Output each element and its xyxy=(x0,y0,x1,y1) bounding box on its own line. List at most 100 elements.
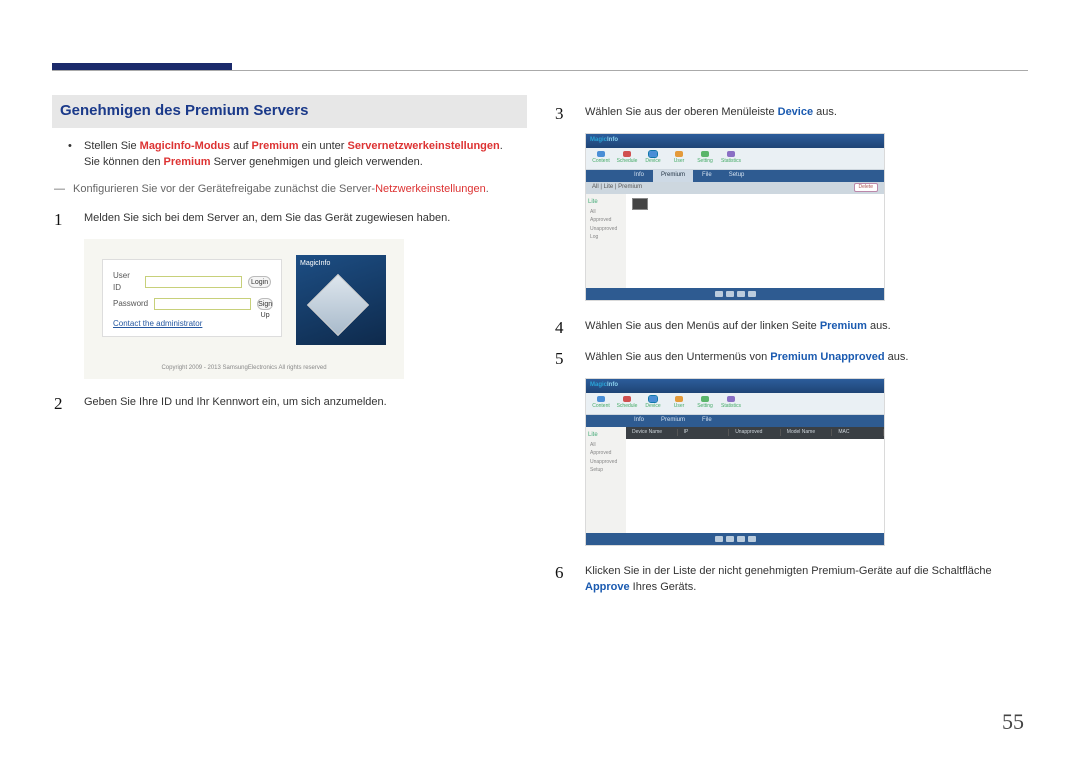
tab[interactable]: File xyxy=(694,415,720,427)
step-3: 3 Wählen Sie aus der oberen Menüleiste D… xyxy=(555,101,1028,127)
lbl: Setting xyxy=(697,158,713,166)
login-banner: MagicInfo xyxy=(296,255,386,345)
subtab[interactable]: All xyxy=(592,184,599,190)
tb-schedule-icon[interactable]: Schedule xyxy=(620,396,634,410)
lbl: Statistics xyxy=(721,403,741,411)
sidebar-item[interactable]: Unapproved xyxy=(588,459,624,467)
tab-setup[interactable]: Setup xyxy=(721,170,753,182)
subbar: All | Lite | Premium Delete xyxy=(586,182,884,194)
user-id-input[interactable] xyxy=(145,276,242,288)
t: Wählen Sie aus den Menüs auf der linken … xyxy=(585,320,820,332)
sidebar-item[interactable]: Log xyxy=(588,234,624,242)
lbl: Statistics xyxy=(721,158,741,166)
app-logo: MagicInfo xyxy=(590,381,618,391)
footer-btn[interactable] xyxy=(748,291,756,297)
col: IP xyxy=(678,429,730,437)
step-text: Wählen Sie aus den Menüs auf der linken … xyxy=(585,315,891,341)
tabbar: Info Premium File Setup xyxy=(586,170,884,182)
step-text: Melden Sie sich bei dem Server an, dem S… xyxy=(84,207,450,233)
t-blue: Premium Unapproved xyxy=(770,351,884,363)
sidebar-item[interactable]: Setup xyxy=(588,467,624,475)
step-text: Klicken Sie in der Liste der nicht geneh… xyxy=(585,560,1028,596)
sidebar-item[interactable]: Unapproved xyxy=(588,226,624,234)
t-blue: Device xyxy=(778,106,813,118)
login-button[interactable]: Login xyxy=(248,276,271,288)
t: . xyxy=(500,140,503,152)
subtab[interactable]: Premium xyxy=(618,184,642,190)
logo-a: Magic xyxy=(590,137,607,143)
lbl: Schedule xyxy=(617,403,638,411)
footer-btn[interactable] xyxy=(715,291,723,297)
bullet-text: Stellen Sie MagicInfo-Modus auf Premium … xyxy=(84,138,503,171)
workspace xyxy=(626,194,884,288)
sidebar-item[interactable]: All xyxy=(588,442,624,450)
tb-stats-icon[interactable]: Statistics xyxy=(724,396,738,410)
tb-user-icon[interactable]: User xyxy=(672,151,686,165)
app-body: Lite All Approved Unapproved Log xyxy=(586,194,884,288)
lbl: Content xyxy=(592,158,610,166)
footer-btn[interactable] xyxy=(737,536,745,542)
tab-file[interactable]: File xyxy=(694,170,720,182)
step-number: 1 xyxy=(54,207,70,233)
footer-btn[interactable] xyxy=(726,536,734,542)
t: . xyxy=(486,183,489,195)
step-number: 4 xyxy=(555,315,571,341)
t: aus. xyxy=(813,106,837,118)
device-thumb[interactable] xyxy=(632,198,648,210)
password-input[interactable] xyxy=(154,298,251,310)
step-2: 2 Geben Sie Ihre ID und Ihr Kennwort ein… xyxy=(54,391,527,417)
sidebar-item[interactable]: Approved xyxy=(588,217,624,225)
signup-button[interactable]: Sign Up xyxy=(257,298,273,310)
col: Model Name xyxy=(781,429,833,437)
tb-device-icon[interactable]: Device xyxy=(646,396,660,410)
footer-bar xyxy=(586,288,884,300)
tab-info[interactable]: Info xyxy=(626,170,652,182)
t: Wählen Sie aus der oberen Menüleiste xyxy=(585,106,778,118)
lbl: Schedule xyxy=(617,158,638,166)
tb-content-icon[interactable]: Content xyxy=(594,396,608,410)
tabbar: Info Premium File xyxy=(586,415,884,427)
delete-button[interactable]: Delete xyxy=(854,183,878,193)
right-column: 3 Wählen Sie aus der oberen Menüleiste D… xyxy=(553,95,1028,602)
tb-schedule-icon[interactable]: Schedule xyxy=(620,151,634,165)
tb-user-icon[interactable]: User xyxy=(672,396,686,410)
top-rule xyxy=(52,70,1028,71)
t-red: Premium xyxy=(164,156,211,168)
tab-premium[interactable]: Premium xyxy=(653,170,693,182)
tb-setting-icon[interactable]: Setting xyxy=(698,151,712,165)
login-box: User ID Login Password Sign Up Contact t… xyxy=(102,259,282,337)
app-screenshot-1: MagicInfo Content Schedule Device User S… xyxy=(585,133,885,301)
footer-btn[interactable] xyxy=(726,291,734,297)
tb-content-icon[interactable]: Content xyxy=(594,151,608,165)
app-header: MagicInfo xyxy=(586,134,884,148)
app-logo: MagicInfo xyxy=(590,136,618,146)
logo-b: Info xyxy=(607,382,618,388)
footer-btn[interactable] xyxy=(748,536,756,542)
diamond-graphic xyxy=(307,273,369,335)
tb-stats-icon[interactable]: Statistics xyxy=(724,151,738,165)
step-4: 4 Wählen Sie aus den Menüs auf der linke… xyxy=(555,315,1028,341)
tab[interactable]: Info xyxy=(626,415,652,427)
t-red: Servernetzwerkeinstellungen xyxy=(348,140,500,152)
contact-admin-link[interactable]: Contact the administrator xyxy=(113,318,202,330)
sidebar-item[interactable]: All xyxy=(588,209,624,217)
t: Klicken Sie in der Liste der nicht geneh… xyxy=(585,565,992,577)
workspace: Device Name IP Unapproved Model Name MAC xyxy=(626,427,884,533)
lbl: Setting xyxy=(697,403,713,411)
sidebar-item[interactable]: Approved xyxy=(588,450,624,458)
tb-device-icon[interactable]: Device xyxy=(646,151,660,165)
step-text: Wählen Sie aus den Untermenüs von Premiu… xyxy=(585,346,908,372)
tab[interactable]: Premium xyxy=(653,415,693,427)
dash-note: ― Konfigurieren Sie vor der Gerätefreiga… xyxy=(54,181,527,198)
footer-btn[interactable] xyxy=(737,291,745,297)
footer-btn[interactable] xyxy=(715,536,723,542)
tb-setting-icon[interactable]: Setting xyxy=(698,396,712,410)
subtab[interactable]: Lite xyxy=(604,184,614,190)
step-6: 6 Klicken Sie in der Liste der nicht gen… xyxy=(555,560,1028,596)
password-label: Password xyxy=(113,298,148,310)
bullet-1: • Stellen Sie MagicInfo-Modus auf Premiu… xyxy=(68,138,527,171)
col: Device Name xyxy=(626,429,678,437)
dash: ― xyxy=(54,181,65,198)
t-red: MagicInfo-Modus xyxy=(140,140,230,152)
footer-bar xyxy=(586,533,884,545)
